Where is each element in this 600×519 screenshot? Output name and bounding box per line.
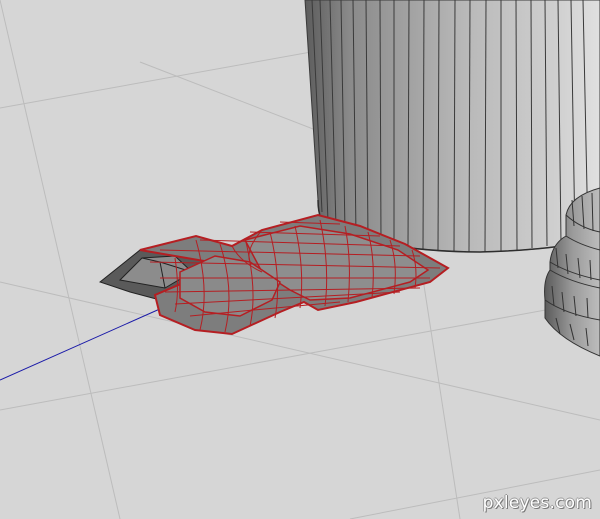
cylinder-object[interactable] [304,0,600,253]
watermark-text: pxleyes.com [482,493,592,513]
3d-viewport[interactable]: pxleyes.com [0,0,600,519]
scene-canvas[interactable] [0,0,600,519]
x-axis-line [0,299,181,381]
